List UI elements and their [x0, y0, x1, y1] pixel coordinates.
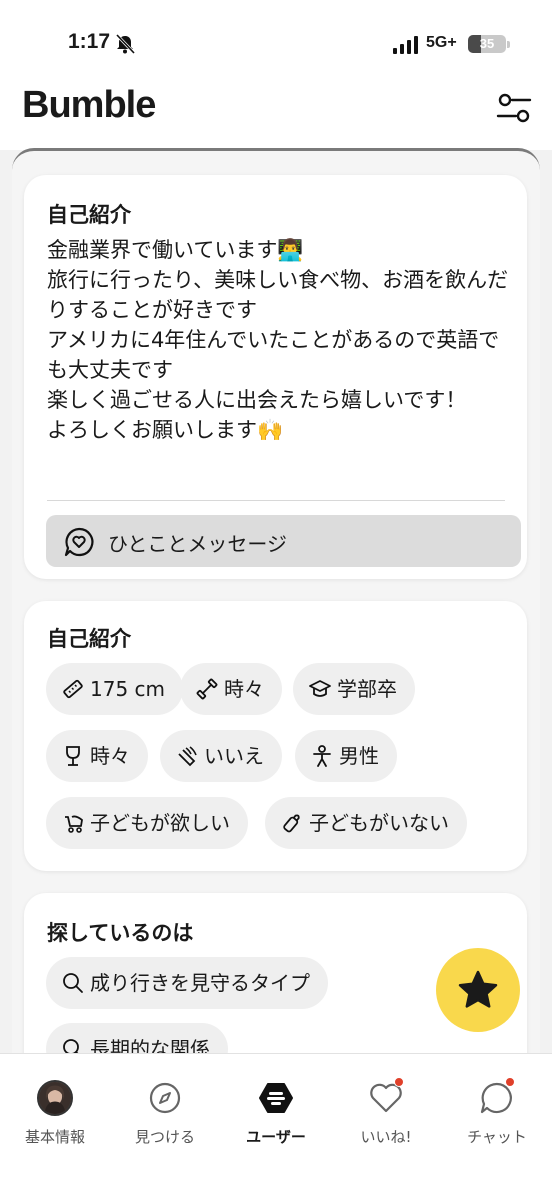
- divider: [47, 500, 505, 501]
- tab-discover[interactable]: 見つける: [110, 1054, 220, 1154]
- tab-profile[interactable]: 基本情報: [0, 1054, 110, 1154]
- chip-label: 学部卒: [337, 677, 397, 701]
- bio-card: 自己紹介 金融業界で働いています👨‍💻 旅行に行ったり、美味しい食べ物、お酒を飲…: [24, 175, 527, 579]
- chip-has-children: 子どもがいない: [265, 797, 467, 849]
- compass-icon: [149, 1082, 181, 1114]
- chip-label: 男性: [339, 744, 379, 768]
- dumbbell-icon: [196, 678, 218, 700]
- chip-wants-children: 子どもが欲しい: [46, 797, 248, 849]
- chip-intention-1: 成り行きを見守るタイプ: [46, 957, 328, 1009]
- tab-bar: 基本情報 見つける ユーザー いいね! チャット: [0, 1053, 552, 1200]
- chip-label: 子どもがいない: [309, 811, 449, 835]
- avatar: [37, 1080, 73, 1116]
- tab-label: チャット: [467, 1128, 527, 1146]
- sliders-icon[interactable]: [496, 92, 532, 124]
- chip-label: 長期的な関係: [90, 1037, 210, 1053]
- search-icon: [63, 1039, 79, 1053]
- chip-label: 時々: [224, 677, 264, 701]
- bumble-logo: Bumble: [22, 84, 156, 126]
- baby-bottle-icon: [283, 814, 300, 833]
- chip-exercise: 時々: [180, 663, 282, 715]
- person-icon: [313, 745, 331, 767]
- chip-education: 学部卒: [293, 663, 415, 715]
- basics-card: 自己紹介 175 cm 時々 学部卒 時々 いいえ 男性 子どもが欲しい 子ども…: [24, 601, 527, 871]
- chip-label: 子どもが欲しい: [90, 811, 230, 835]
- avatar-image: [39, 1082, 71, 1114]
- quick-message-label: ひとことメッセージ: [108, 532, 287, 556]
- basics-title: 自己紹介: [47, 627, 131, 651]
- chip-label: 成り行きを見守るタイプ: [90, 971, 310, 995]
- tab-label: いいね!: [360, 1128, 412, 1146]
- quick-message-button[interactable]: ひとことメッセージ: [46, 515, 521, 567]
- wine-glass-icon: [66, 746, 80, 766]
- graduation-cap-icon: [309, 680, 331, 697]
- profile-content[interactable]: 自己紹介 金融業界で働いています👨‍💻 旅行に行ったり、美味しい食べ物、お酒を飲…: [12, 148, 540, 1053]
- tab-people[interactable]: ユーザー: [221, 1054, 331, 1154]
- heart-chat-icon: [64, 527, 94, 557]
- star-icon: [458, 970, 498, 1008]
- chip-gender: 男性: [295, 730, 397, 782]
- chip-intention-2: 長期的な関係: [46, 1023, 228, 1053]
- tab-label: 見つける: [134, 1128, 195, 1146]
- likes-badge: [394, 1077, 404, 1087]
- bio-title: 自己紹介: [47, 203, 131, 227]
- bell-off-icon: [115, 34, 136, 54]
- no-smoking-icon: [178, 746, 197, 767]
- chip-height: 175 cm: [46, 663, 184, 715]
- superswipe-button[interactable]: [436, 948, 520, 1032]
- bio-text: 金融業界で働いています👨‍💻 旅行に行ったり、美味しい食べ物、お酒を飲んだりする…: [47, 238, 509, 442]
- tab-label: 基本情報: [24, 1128, 85, 1146]
- bumble-hive-icon: [259, 1083, 293, 1113]
- stroller-icon: [65, 815, 83, 833]
- chip-label: いいえ: [204, 744, 264, 768]
- looking-for-title: 探しているのは: [47, 921, 194, 945]
- status-time: 1:17: [68, 30, 111, 53]
- chip-label: 時々: [90, 744, 130, 768]
- chip-smoking: いいえ: [160, 730, 282, 782]
- network-type: 5G+: [426, 34, 457, 51]
- app-header: Bumble: [0, 80, 552, 150]
- battery-indicator: 35: [468, 35, 506, 53]
- tab-likes[interactable]: いいね!: [331, 1054, 441, 1154]
- status-bar: 1:17 5G+ 35: [0, 0, 552, 80]
- chip-label: 175 cm: [90, 677, 166, 701]
- tab-label: ユーザー: [246, 1128, 306, 1146]
- search-icon: [63, 973, 83, 993]
- tab-chat[interactable]: チャット: [442, 1054, 552, 1154]
- battery-percent: 35: [479, 36, 495, 51]
- ruler-icon: [63, 679, 83, 699]
- battery-nub: [507, 41, 510, 48]
- chat-badge: [505, 1077, 515, 1087]
- chip-drinking: 時々: [46, 730, 148, 782]
- signal-icon: [393, 36, 418, 54]
